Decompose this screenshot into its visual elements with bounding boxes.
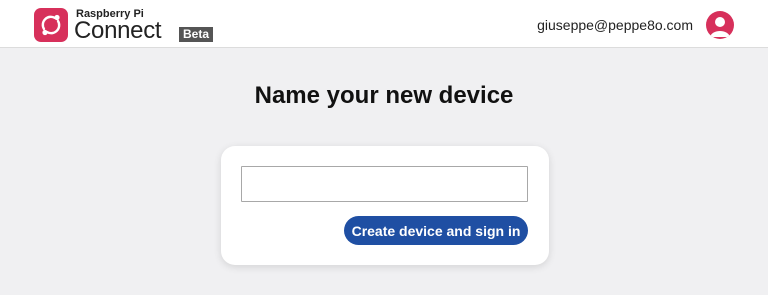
user-avatar-icon[interactable] [706, 11, 734, 39]
beta-badge: Beta [179, 27, 214, 42]
device-name-input[interactable] [241, 166, 528, 202]
create-device-button[interactable]: Create device and sign in [344, 216, 528, 245]
raspberry-pi-connect-logo-icon[interactable] [34, 8, 68, 42]
user-email: giuseppe@peppe8o.com [537, 17, 693, 33]
device-name-card: Create device and sign in [221, 146, 549, 265]
page-title: Name your new device [254, 82, 514, 109]
product-name: Connect [74, 17, 162, 44]
top-bar: Raspberry Pi Connect Beta giuseppe@peppe… [0, 0, 768, 48]
